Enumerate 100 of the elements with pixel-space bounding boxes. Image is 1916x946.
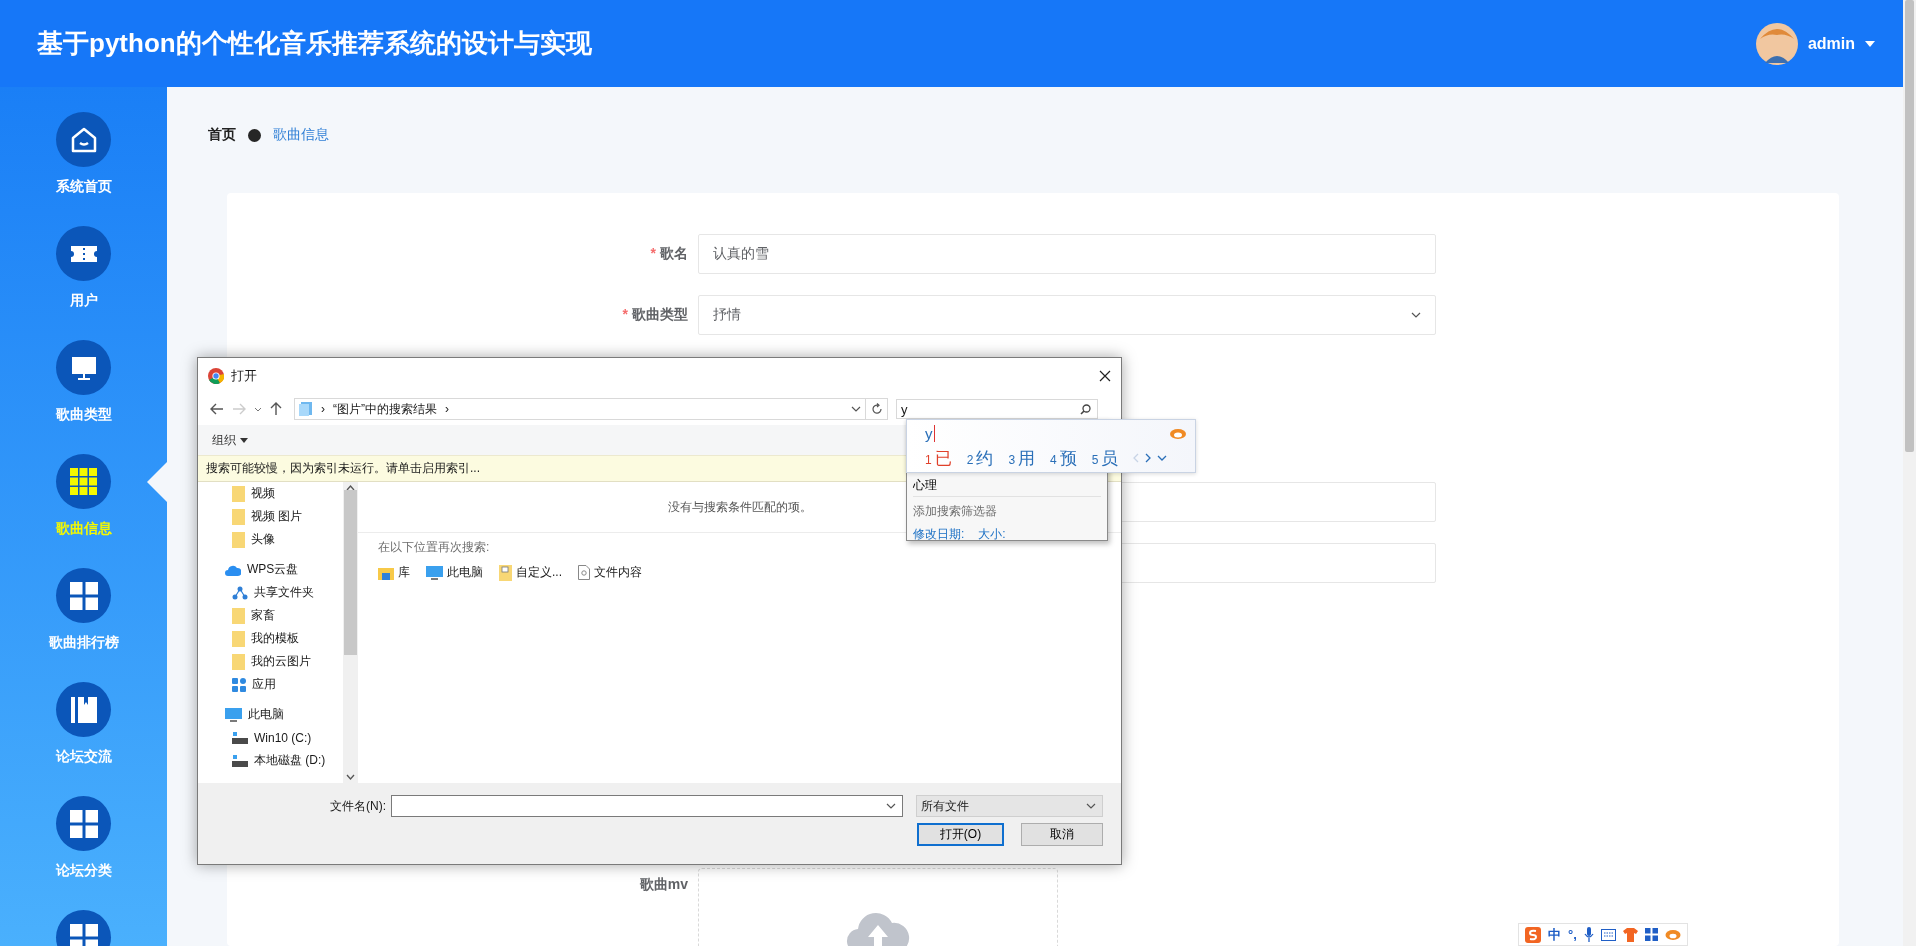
book-icon — [69, 695, 98, 724]
nav-tree-item[interactable]: 我的模板 — [198, 627, 343, 650]
ime-punctuation[interactable]: °, — [1568, 927, 1577, 942]
library-icon — [378, 565, 394, 580]
folder-stack-icon — [299, 402, 313, 416]
arrow-up-icon — [270, 402, 282, 416]
dialog-title: 打开 — [231, 366, 258, 385]
chevron-down-icon — [1086, 803, 1096, 809]
arrow-right-icon — [232, 403, 246, 415]
nav-tree-item[interactable]: 应用 — [198, 673, 343, 696]
field-label: 歌曲mv — [638, 876, 688, 894]
computer-icon — [426, 565, 443, 580]
scrollbar-thumb[interactable] — [1905, 0, 1914, 452]
ime-composition: y — [925, 424, 935, 442]
chevron-down-icon — [1411, 312, 1421, 318]
up-button[interactable] — [270, 402, 282, 416]
folder-icon — [232, 607, 245, 624]
nav-tree-item[interactable]: WPS云盘 — [198, 558, 343, 581]
file-type-select[interactable]: 所有文件 — [916, 795, 1103, 817]
scrollbar[interactable] — [343, 482, 358, 783]
close-icon[interactable] — [1099, 369, 1111, 382]
scroll-up-icon[interactable] — [346, 485, 355, 491]
address-bar[interactable]: › “图片”中的搜索结果 › — [294, 398, 866, 420]
ime-logo-icon[interactable] — [1525, 926, 1541, 943]
sidebar-item[interactable]: 系统首页 — [0, 112, 167, 226]
grid-icon — [69, 923, 98, 946]
folder-icon — [232, 653, 245, 670]
nav-tree-item[interactable]: 我的云图片 — [198, 650, 343, 673]
mascot-icon — [1169, 427, 1187, 439]
empty-message: 没有与搜索条件匹配的项。 — [667, 498, 812, 516]
nav-tree-item[interactable]: 家畜 — [198, 604, 343, 627]
organize-menu[interactable]: 组织 — [212, 431, 248, 449]
search-location-link[interactable]: 文件内容 — [578, 564, 642, 581]
chevron-down-icon — [254, 406, 262, 412]
arrow-left-icon — [210, 403, 224, 415]
search-location-link[interactable]: 此电脑 — [426, 564, 483, 581]
scroll-down-icon[interactable] — [346, 774, 355, 780]
shirt-icon[interactable] — [1622, 927, 1638, 942]
filter-link[interactable]: 大小: — [978, 526, 1006, 543]
share-icon — [232, 585, 248, 600]
search-location-link[interactable]: 自定义... — [499, 564, 562, 581]
chevron-down-icon — [851, 406, 861, 412]
nav-tree-item[interactable]: 共享文件夹 — [198, 581, 343, 604]
nav-tree-item[interactable]: 本地磁盘 (D:) — [198, 749, 343, 772]
back-button[interactable] — [210, 403, 224, 415]
filter-heading: 添加搜索筛选器 — [913, 503, 998, 520]
breadcrumb-current[interactable]: 歌曲信息 — [273, 126, 329, 144]
keyboard-icon[interactable] — [1600, 928, 1616, 941]
nav-tree-item[interactable]: 视频 — [198, 482, 343, 505]
recent-dropdown-button[interactable] — [254, 406, 262, 412]
search-icon — [1080, 403, 1091, 415]
microphone-icon[interactable] — [1583, 927, 1594, 942]
nav-tree-item[interactable]: 视频 图片 — [198, 505, 343, 528]
drive-icon — [232, 731, 248, 744]
grid-icon — [69, 809, 98, 838]
filter-link[interactable]: 修改日期: — [913, 526, 965, 543]
user-name[interactable]: admin — [1807, 34, 1855, 53]
scrollbar[interactable] — [1903, 0, 1916, 946]
folder-icon — [232, 485, 245, 502]
dialog-button[interactable]: 打开(O) — [917, 823, 1004, 846]
refresh-icon — [870, 403, 883, 415]
search-field[interactable]: y — [896, 399, 1098, 419]
nav-tree-item[interactable]: 头像 — [198, 528, 343, 551]
caret-icon — [240, 437, 248, 443]
search-again-heading: 在以下位置再次搜索: — [378, 539, 490, 556]
cloud-icon — [225, 563, 241, 576]
caret-icon[interactable] — [1865, 40, 1875, 47]
field-label: * 歌名 — [649, 245, 688, 263]
select-field[interactable]: 抒情 — [698, 295, 1436, 335]
grid-icon — [69, 581, 98, 610]
suggestion-item[interactable]: 心理 — [913, 478, 1101, 497]
mascot-icon[interactable] — [1664, 929, 1681, 940]
chevron-down-icon — [886, 803, 896, 809]
browser-icon — [208, 367, 224, 384]
folder-icon — [232, 531, 245, 548]
nav-tree-item[interactable]: 此电脑 — [198, 703, 343, 726]
document-icon — [499, 564, 512, 581]
nav-tree-item[interactable]: Win10 (C:) — [198, 726, 343, 749]
refresh-button[interactable] — [866, 398, 888, 420]
scrollbar-thumb[interactable] — [344, 490, 357, 655]
field-label: * 歌曲类型 — [621, 306, 688, 324]
folder-icon — [232, 630, 245, 647]
document-icon — [578, 565, 590, 580]
breadcrumb-separator — [248, 128, 261, 142]
breadcrumb-link[interactable]: 首页 — [208, 126, 236, 144]
grid-icon[interactable] — [1644, 928, 1658, 941]
active-indicator — [147, 462, 167, 502]
filename-label: 文件名(N): — [329, 797, 386, 815]
computer-icon — [225, 707, 242, 722]
dialog-button[interactable]: 取消 — [1021, 823, 1103, 846]
folder-icon — [232, 508, 245, 525]
input-field[interactable]: 认真的雪 — [698, 234, 1436, 274]
app-title: 基于python的个性化音乐推荐系统的设计与实现 — [37, 27, 592, 60]
filename-field[interactable] — [391, 795, 903, 817]
drive-icon — [232, 754, 248, 767]
ime-mode[interactable]: 中 — [1548, 925, 1561, 944]
avatar[interactable] — [1755, 22, 1798, 65]
search-location-link[interactable]: 库 — [378, 564, 410, 581]
grid-icon — [69, 467, 98, 496]
apps-icon — [232, 677, 246, 692]
